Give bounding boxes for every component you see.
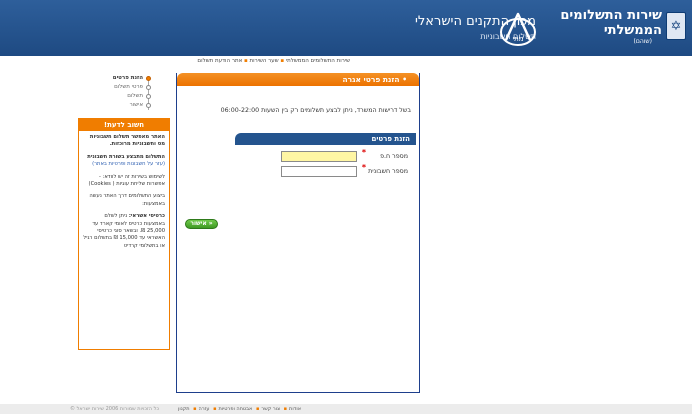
invoice-number-row: מספר חשבונית *	[281, 163, 416, 178]
info-paragraph: התשלום מתבצע בשורת חשבונית (עזר על חשבונ…	[83, 154, 165, 169]
info-box-body: האתר מאפשר תשלום חשבוניות מס וחשבוניות מ…	[79, 131, 169, 258]
required-asterisk-icon: *	[361, 163, 366, 172]
footer-links: אודות▪ צור קשר▪ אבטחה ופרטיות▪ עזרה▪ תקנ…	[176, 404, 301, 414]
invoice-number-input[interactable]	[281, 166, 357, 177]
site-footer: אודות▪ צור קשר▪ אבטחה ופרטיות▪ עזרה▪ תקנ…	[0, 404, 692, 414]
step-label: פרטי תשלום	[114, 84, 143, 90]
step-label: הזנת פרטים	[112, 75, 143, 81]
invoice-number-label: מספר חשבונית	[368, 168, 408, 175]
required-asterisk-icon: *	[361, 148, 366, 157]
info-box-title: חשוב לדעת!	[79, 119, 169, 131]
company-id-label: מספר ח.פ	[380, 153, 408, 160]
institute-logo-icon: מתי	[500, 12, 536, 46]
footer-separator: ▪	[256, 406, 260, 412]
step-pending-icon	[146, 94, 151, 99]
government-emblem-icon[interactable]: ✡	[666, 12, 686, 40]
step-current-icon	[146, 76, 151, 81]
step-item: אישור	[81, 101, 151, 110]
breadcrumb-item[interactable]: אתר הודעת תשלום	[197, 58, 242, 64]
progress-steps: הזנת פרטים פרטי תשלום תשלום אישור	[81, 74, 151, 110]
approve-button[interactable]: « אישור	[185, 219, 218, 229]
sidebar: הזנת פרטים פרטי תשלום תשלום אישור חשוב ל…	[78, 74, 173, 374]
footer-copyright: כל הזכויות שמורות 2006 שירות ישראל ©	[70, 406, 160, 412]
info-paragraph: ביצוע התשלומים דרך האתר נעשה באמצעות:	[89, 193, 165, 207]
info-paragraph: האתר מאפשר תשלום חשבוניות מס וחשבוניות מ…	[89, 134, 165, 148]
site-header: ✡ שירות התשלומים הממשלתי (שוהם) מכון התק…	[0, 0, 692, 56]
info-paragraph: לשימוש בשירות זה יש לוודא: - אפשרות שליח…	[88, 173, 165, 188]
main-panel: • הזנת פרטי אגרה בשל דרישות המשרד, ניתן …	[176, 73, 420, 393]
breadcrumb-separator: ▪	[244, 58, 248, 64]
footer-separator: ▪	[193, 406, 197, 412]
footer-link-terms[interactable]: תקנון	[178, 406, 190, 412]
gov-service-title[interactable]: שירות התשלומים הממשלתי	[560, 8, 662, 38]
breadcrumb-separator: ▪	[280, 58, 285, 64]
form-section-title: הזנת פרטים	[235, 133, 416, 145]
important-info-box: חשוב לדעת! האתר מאפשר תשלום חשבוניות מס …	[78, 118, 170, 350]
info-bold-text: כרטיסי אשראי:	[128, 213, 165, 220]
step-pending-icon	[146, 103, 151, 108]
breadcrumb: שירות התשלומים הממשלתי ▪ שער השירות ▪ את…	[150, 56, 350, 66]
breadcrumb-item[interactable]: שירות התשלומים הממשלתי	[286, 58, 350, 64]
footer-link-contact[interactable]: צור קשר	[261, 406, 280, 412]
breadcrumb-item[interactable]: שער השירות	[250, 58, 279, 64]
info-help-link[interactable]: (עזר על חשבונות ופרטיות באתר)	[92, 161, 165, 167]
step-label: תשלום	[127, 93, 143, 99]
main-panel-title: • הזנת פרטי אגרה	[177, 73, 419, 86]
footer-separator: ▪	[283, 406, 288, 412]
gov-title-line2: הממשלתי	[603, 23, 662, 38]
info-paragraph: כרטיסי אשראי: ניתן לשלם באמצעות כרטיס לא…	[83, 213, 165, 250]
main-title-text: הזנת פרטי אגרה	[342, 75, 400, 84]
footer-link-help[interactable]: עזרה	[199, 406, 210, 412]
hours-notice: בשל דרישות המשרד, ניתן לבצע תשלומים רק ב…	[220, 107, 411, 114]
title-bullet-icon: •	[399, 75, 407, 84]
company-id-row: מספר ח.פ *	[281, 148, 416, 163]
footer-separator: ▪	[213, 406, 217, 412]
step-item: הזנת פרטים	[81, 74, 151, 83]
gov-title-line1: שירות התשלומים	[560, 8, 662, 23]
gov-service-subtitle: (שוהם)	[633, 38, 652, 45]
footer-link-security[interactable]: אבטחה ופרטיות	[218, 406, 252, 412]
step-item: תשלום	[81, 92, 151, 101]
company-id-input[interactable]	[281, 151, 357, 162]
step-pending-icon	[146, 85, 151, 90]
footer-link-about[interactable]: אודות	[289, 406, 301, 412]
step-label: אישור	[129, 102, 143, 108]
institute-logo-text: מתי	[513, 35, 524, 43]
info-bold-text: התשלום מתבצע בשורת חשבונית	[87, 153, 165, 160]
step-item: פרטי תשלום	[81, 83, 151, 92]
